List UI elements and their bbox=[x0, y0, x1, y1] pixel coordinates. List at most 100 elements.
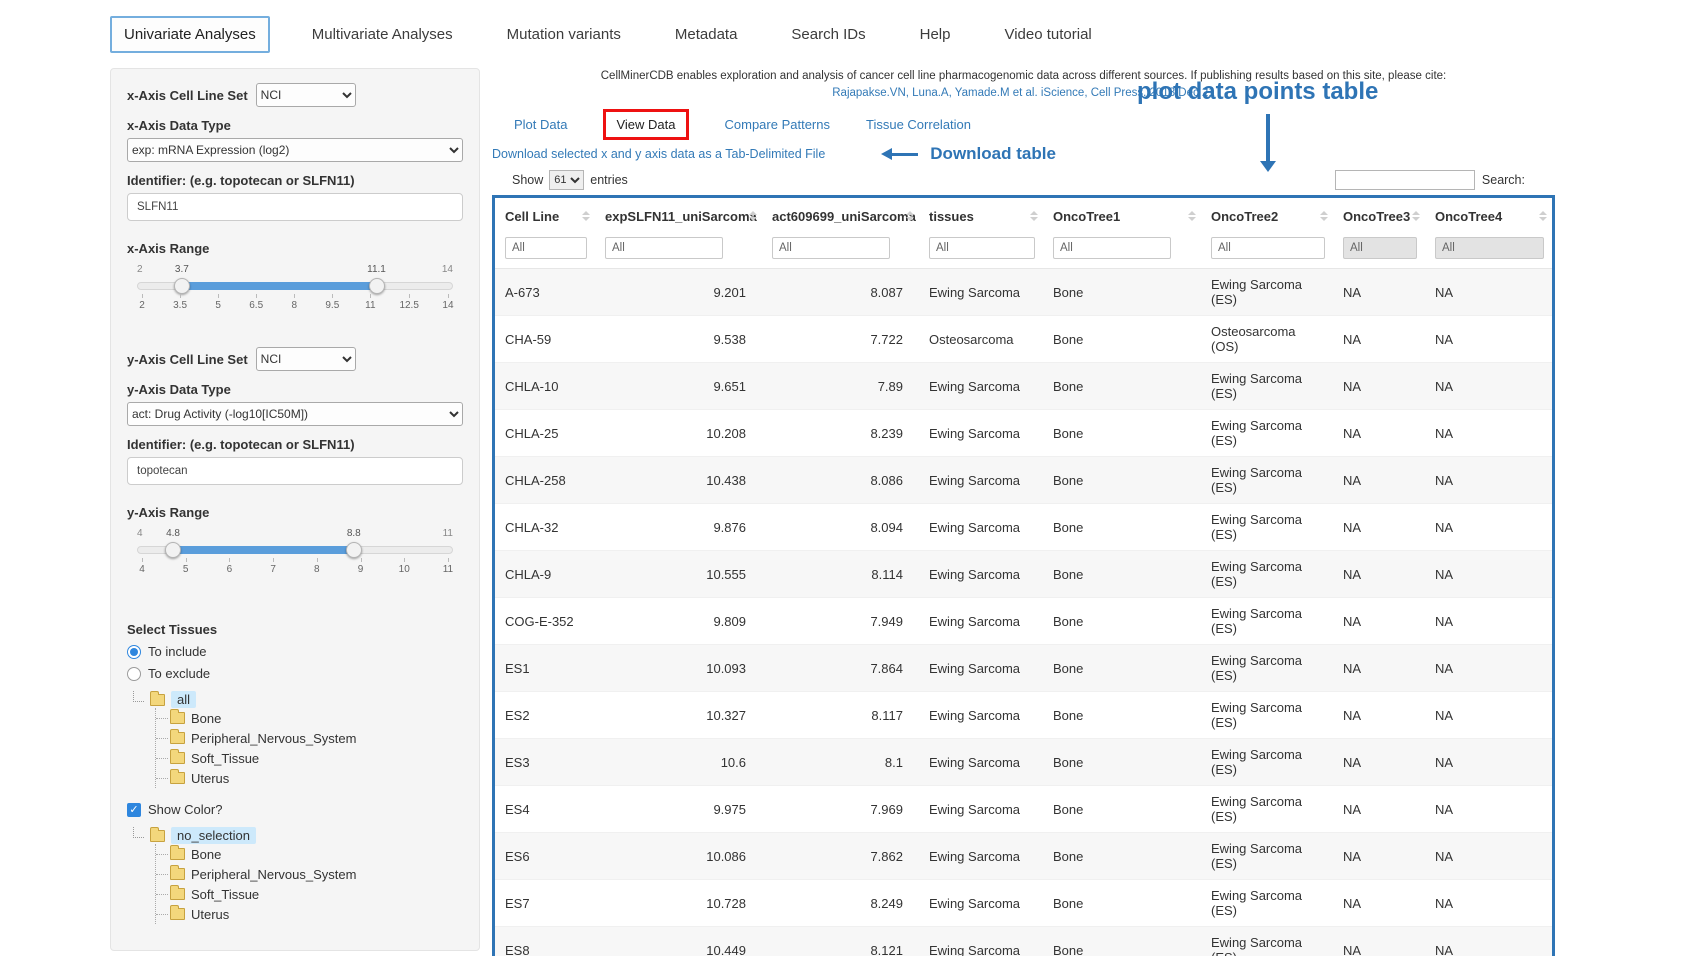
subtab-view-data[interactable]: View Data bbox=[603, 109, 688, 140]
column-header-cell-line[interactable]: Cell Line bbox=[495, 198, 595, 234]
tree-node-uterus[interactable]: Uterus bbox=[156, 768, 463, 788]
table-row: CHA-599.5387.722OsteosarcomaBoneOsteosar… bbox=[495, 316, 1552, 363]
table-cell: CHLA-9 bbox=[495, 551, 595, 598]
entries-length-select[interactable]: 61 bbox=[549, 170, 584, 190]
filter-tissues[interactable] bbox=[929, 237, 1035, 259]
column-header-oncotree3[interactable]: OncoTree3 bbox=[1333, 198, 1425, 234]
table-row: ES810.4498.121Ewing SarcomaBoneEwing Sar… bbox=[495, 927, 1552, 956]
table-row: CHLA-25810.4388.086Ewing SarcomaBoneEwin… bbox=[495, 457, 1552, 504]
table-cell: Ewing Sarcoma (ES) bbox=[1201, 363, 1333, 410]
y-cell-line-set-select[interactable]: NCI bbox=[256, 347, 356, 371]
column-header-expslfn11[interactable]: expSLFN11_uniSarcoma bbox=[595, 198, 762, 234]
filter-oncotree2[interactable] bbox=[1211, 237, 1325, 259]
y-identifier-input[interactable] bbox=[127, 457, 463, 485]
x-identifier-label: Identifier: (e.g. topotecan or SLFN11) bbox=[127, 173, 463, 188]
y-range-handle-high[interactable] bbox=[346, 542, 362, 558]
nav-tab-search-ids[interactable]: Search IDs bbox=[779, 18, 877, 51]
column-header-oncotree1[interactable]: OncoTree1 bbox=[1043, 198, 1201, 234]
table-cell: 7.864 bbox=[762, 645, 919, 692]
tree-node-all[interactable]: all bbox=[131, 691, 463, 708]
x-cell-line-set-select[interactable]: NCI bbox=[256, 83, 356, 107]
table-cell: NA bbox=[1425, 786, 1552, 833]
filter-oncotree3 bbox=[1343, 237, 1417, 259]
citation-line1: CellMinerCDB enables exploration and ana… bbox=[492, 68, 1555, 85]
table-cell: A-673 bbox=[495, 269, 595, 316]
folder-icon bbox=[150, 694, 165, 706]
show-color-checkbox[interactable]: Show Color? bbox=[127, 802, 463, 817]
table-cell: NA bbox=[1425, 645, 1552, 692]
nav-tab-univariate-analyses[interactable]: Univariate Analyses bbox=[110, 16, 270, 53]
filter-expslfn11[interactable] bbox=[605, 237, 723, 259]
nav-tab-help[interactable]: Help bbox=[908, 18, 963, 51]
table-cell: CHA-59 bbox=[495, 316, 595, 363]
download-tab-delimited-link[interactable]: Download selected x and y axis data as a… bbox=[492, 147, 825, 161]
table-cell: Bone bbox=[1043, 598, 1201, 645]
tissues-include-radio[interactable]: To include bbox=[127, 644, 463, 659]
tree-node-peripheral-nervous-system[interactable]: Peripheral_Nervous_System bbox=[156, 864, 463, 884]
folder-icon bbox=[170, 712, 185, 724]
tree-node-soft-tissue[interactable]: Soft_Tissue bbox=[156, 748, 463, 768]
subtab-compare-patterns[interactable]: Compare Patterns bbox=[725, 117, 831, 132]
table-cell: Ewing Sarcoma (ES) bbox=[1201, 598, 1333, 645]
tree-node-bone[interactable]: Bone bbox=[156, 844, 463, 864]
table-cell: Ewing Sarcoma (ES) bbox=[1201, 786, 1333, 833]
y-data-type-select[interactable]: act: Drug Activity (-log10[IC50M]) bbox=[127, 402, 463, 426]
x-data-type-label: x-Axis Data Type bbox=[127, 118, 463, 133]
filter-act609699[interactable] bbox=[772, 237, 890, 259]
table-cell: 8.249 bbox=[762, 880, 919, 927]
tree-node-uterus[interactable]: Uterus bbox=[156, 904, 463, 924]
subtab-tissue-correlation[interactable]: Tissue Correlation bbox=[866, 117, 971, 132]
table-cell: NA bbox=[1425, 739, 1552, 786]
table-cell: Ewing Sarcoma bbox=[919, 739, 1043, 786]
filter-oncotree1[interactable] bbox=[1053, 237, 1171, 259]
y-range-handle-low[interactable] bbox=[165, 542, 181, 558]
column-header-act609699[interactable]: act609699_uniSarcoma bbox=[762, 198, 919, 234]
table-cell: 9.876 bbox=[595, 504, 762, 551]
x-range-handle-low[interactable] bbox=[174, 278, 190, 294]
subtab-plot-data[interactable]: Plot Data bbox=[514, 117, 567, 132]
y-identifier-label: Identifier: (e.g. topotecan or SLFN11) bbox=[127, 437, 463, 452]
table-cell: NA bbox=[1425, 269, 1552, 316]
table-cell: Ewing Sarcoma (ES) bbox=[1201, 880, 1333, 927]
sort-icon bbox=[1412, 211, 1420, 221]
table-cell: 8.117 bbox=[762, 692, 919, 739]
table-row: A-6739.2018.087Ewing SarcomaBoneEwing Sa… bbox=[495, 269, 1552, 316]
nav-tab-mutation-variants[interactable]: Mutation variants bbox=[495, 18, 633, 51]
x-range-max: 14 bbox=[442, 264, 453, 275]
table-search-input[interactable] bbox=[1335, 170, 1475, 190]
sort-icon bbox=[1320, 211, 1328, 221]
main-panel: CellMinerCDB enables exploration and ana… bbox=[492, 68, 1555, 956]
table-controls: Show 61 entries Search: bbox=[492, 170, 1555, 190]
tree-node-soft-tissue[interactable]: Soft_Tissue bbox=[156, 884, 463, 904]
tree-node-no-selection[interactable]: no_selection bbox=[131, 827, 463, 844]
y-range-slider[interactable]: 4 4.8 8.8 11 4 5 6 7 8 9 10 bbox=[131, 546, 459, 575]
x-data-type-select[interactable]: exp: mRNA Expression (log2) bbox=[127, 138, 463, 162]
table-cell: Osteosarcoma bbox=[919, 316, 1043, 363]
tissues-exclude-radio[interactable]: To exclude bbox=[127, 666, 463, 681]
tree-node-bone[interactable]: Bone bbox=[156, 708, 463, 728]
nav-tab-video-tutorial[interactable]: Video tutorial bbox=[992, 18, 1103, 51]
column-header-oncotree4[interactable]: OncoTree4 bbox=[1425, 198, 1552, 234]
annotation-down-arrow bbox=[1266, 114, 1270, 162]
filter-cell-line[interactable] bbox=[505, 237, 587, 259]
table-cell: 10.327 bbox=[595, 692, 762, 739]
table-cell: ES4 bbox=[495, 786, 595, 833]
nav-tab-metadata[interactable]: Metadata bbox=[663, 18, 750, 51]
x-range-handle-high[interactable] bbox=[369, 278, 385, 294]
citation-reference-link[interactable]: Rajapakse.VN, Luna.A, Yamade.M et al. iS… bbox=[492, 85, 1555, 102]
table-cell: Bone bbox=[1043, 316, 1201, 363]
nav-tab-multivariate-analyses[interactable]: Multivariate Analyses bbox=[300, 18, 465, 51]
table-cell: NA bbox=[1333, 833, 1425, 880]
table-cell: Bone bbox=[1043, 880, 1201, 927]
table-cell: Ewing Sarcoma bbox=[919, 880, 1043, 927]
column-header-tissues[interactable]: tissues bbox=[919, 198, 1043, 234]
table-cell: Ewing Sarcoma bbox=[919, 551, 1043, 598]
filter-oncotree4 bbox=[1435, 237, 1544, 259]
x-identifier-input[interactable] bbox=[127, 193, 463, 221]
tree-node-peripheral-nervous-system[interactable]: Peripheral_Nervous_System bbox=[156, 728, 463, 748]
x-range-slider[interactable]: 2 3.7 11.1 14 2 3.5 5 6.5 8 9.5 11 bbox=[131, 282, 459, 311]
column-header-oncotree2[interactable]: OncoTree2 bbox=[1201, 198, 1333, 234]
show-label: Show bbox=[512, 173, 543, 187]
table-row: CHLA-329.8768.094Ewing SarcomaBoneEwing … bbox=[495, 504, 1552, 551]
sort-icon bbox=[1539, 211, 1547, 221]
